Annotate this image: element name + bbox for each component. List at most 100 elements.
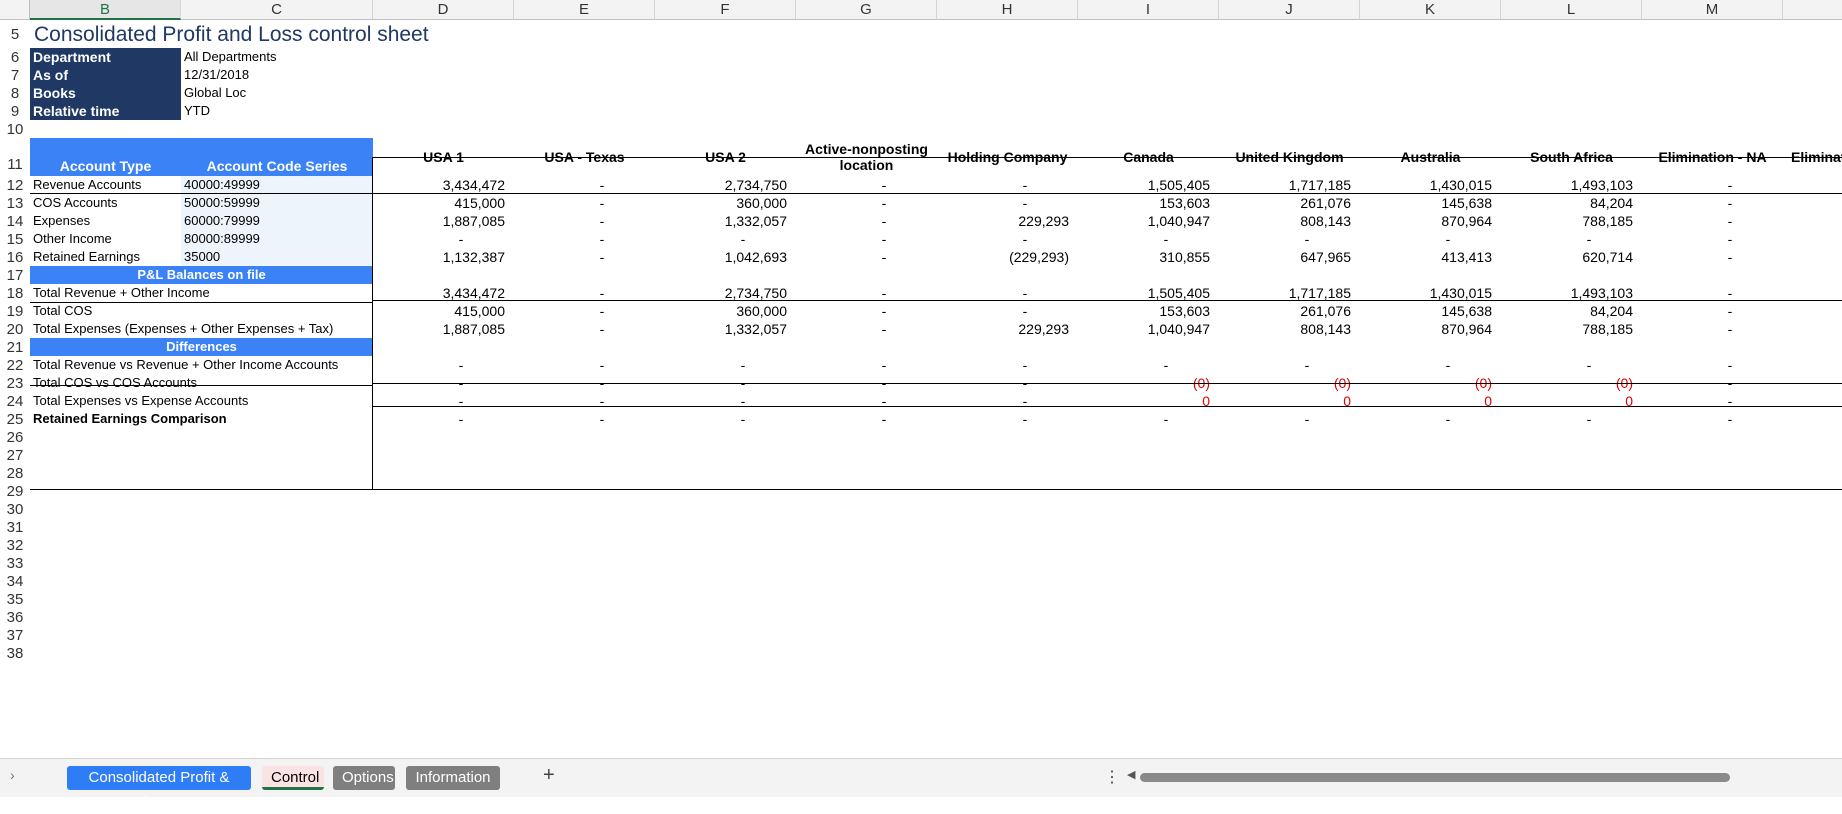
value-cell[interactable]: -: [937, 356, 1078, 374]
row-header-30[interactable]: 30: [0, 500, 30, 518]
account-type-cell[interactable]: Revenue Accounts: [30, 176, 181, 194]
row-header-17[interactable]: 17: [0, 266, 30, 284]
row-header-32[interactable]: 32: [0, 536, 30, 554]
value-cell[interactable]: -: [1642, 212, 1783, 230]
difference-label[interactable]: Retained Earnings Comparison: [30, 410, 373, 428]
value-cell[interactable]: -: [1642, 176, 1783, 194]
account-code-cell[interactable]: 60000:79999: [181, 212, 373, 230]
value-cell[interactable]: -: [937, 194, 1078, 212]
value-cell[interactable]: 153,603: [1078, 194, 1219, 212]
value-cell[interactable]: 261,076: [1219, 194, 1360, 212]
row-header-34[interactable]: 34: [0, 572, 30, 590]
value-cell[interactable]: -: [1642, 356, 1783, 374]
value-cell[interactable]: -: [1219, 230, 1360, 248]
value-cell[interactable]: -: [1501, 356, 1642, 374]
value-cell[interactable]: -: [514, 410, 655, 428]
value-cell[interactable]: 808,143: [1219, 212, 1360, 230]
value-cell[interactable]: 261,076: [1219, 302, 1360, 320]
value-cell[interactable]: 3,434,472: [373, 176, 514, 194]
row-header-19[interactable]: 19: [0, 302, 30, 320]
row-header-7[interactable]: 7: [0, 66, 30, 84]
param-value[interactable]: Global Loc: [181, 84, 373, 102]
value-cell[interactable]: 415,000: [373, 302, 514, 320]
spreadsheet-grid[interactable]: BCDEFGHIJKLM 5 6 7 8 9 10 11 12 13 14 15 16 17 18 19 20…: [0, 0, 1842, 758]
value-cell[interactable]: 1,132,387: [373, 248, 514, 266]
sheet-title[interactable]: Consolidated Profit and Loss control she…: [30, 20, 530, 48]
account-type-cell[interactable]: Retained Earnings: [30, 248, 181, 266]
value-cell[interactable]: 413,413: [1360, 248, 1501, 266]
value-cell[interactable]: 1,332,057: [655, 320, 796, 338]
value-cell[interactable]: -: [1642, 320, 1783, 338]
row-header-31[interactable]: 31: [0, 518, 30, 536]
value-cell[interactable]: 0: [1360, 392, 1501, 410]
value-cell[interactable]: -: [1078, 356, 1219, 374]
column-header-i[interactable]: I: [1078, 0, 1219, 20]
value-cell[interactable]: -: [937, 176, 1078, 194]
value-cell[interactable]: -: [1360, 356, 1501, 374]
row-header-14[interactable]: 14: [0, 212, 30, 230]
value-cell[interactable]: -: [1360, 410, 1501, 428]
row-header-27[interactable]: 27: [0, 446, 30, 464]
account-type-cell[interactable]: Expenses: [30, 212, 181, 230]
value-cell[interactable]: -: [796, 230, 937, 248]
row-header-37[interactable]: 37: [0, 626, 30, 644]
account-code-cell[interactable]: 40000:49999: [181, 176, 373, 194]
value-cell[interactable]: 1,887,085: [373, 320, 514, 338]
row-header-9[interactable]: 9: [0, 102, 30, 120]
value-cell[interactable]: 310,855: [1078, 248, 1219, 266]
param-value[interactable]: YTD: [181, 102, 373, 120]
column-header-d[interactable]: D: [373, 0, 514, 20]
add-sheet-icon[interactable]: +: [543, 764, 555, 787]
column-header-k[interactable]: K: [1360, 0, 1501, 20]
value-cell[interactable]: -: [514, 230, 655, 248]
row-header-22[interactable]: 22: [0, 356, 30, 374]
value-cell[interactable]: -: [655, 392, 796, 410]
value-cell[interactable]: 0: [1219, 392, 1360, 410]
value-cell[interactable]: -: [373, 410, 514, 428]
value-cell[interactable]: 360,000: [655, 194, 796, 212]
row-header-11[interactable]: 11: [0, 138, 30, 176]
difference-label[interactable]: Total Revenue vs Revenue + Other Income …: [30, 356, 373, 374]
value-cell[interactable]: -: [796, 302, 937, 320]
value-cell[interactable]: -: [796, 248, 937, 266]
value-cell[interactable]: 229,293: [937, 320, 1078, 338]
param-value[interactable]: All Departments: [181, 48, 373, 66]
value-cell[interactable]: -: [1219, 356, 1360, 374]
sheet-tab-control[interactable]: Control: [262, 766, 324, 790]
value-cell[interactable]: -: [514, 248, 655, 266]
param-value[interactable]: 12/31/2018: [181, 66, 373, 84]
value-cell[interactable]: 360,000: [655, 302, 796, 320]
more-options-icon[interactable]: ⋮: [1104, 767, 1120, 787]
value-cell[interactable]: 808,143: [1219, 320, 1360, 338]
column-header-e[interactable]: E: [514, 0, 655, 20]
value-cell[interactable]: -: [937, 392, 1078, 410]
row-header-36[interactable]: 36: [0, 608, 30, 626]
value-cell[interactable]: -: [1642, 302, 1783, 320]
value-cell[interactable]: 1,505,405: [1078, 176, 1219, 194]
value-cell[interactable]: -: [373, 356, 514, 374]
tab-scroll-arrow-icon[interactable]: ›: [10, 767, 15, 783]
value-cell[interactable]: 1,040,947: [1078, 320, 1219, 338]
value-cell[interactable]: 145,638: [1360, 302, 1501, 320]
column-header-n[interactable]: [1783, 0, 1842, 20]
value-cell[interactable]: -: [937, 410, 1078, 428]
scrollbar-thumb[interactable]: [1140, 773, 1730, 782]
account-type-cell[interactable]: Other Income: [30, 230, 181, 248]
value-cell[interactable]: -: [514, 212, 655, 230]
value-cell[interactable]: -: [514, 194, 655, 212]
column-header-m[interactable]: M: [1642, 0, 1783, 20]
column-header-j[interactable]: J: [1219, 0, 1360, 20]
value-cell[interactable]: -: [937, 302, 1078, 320]
column-header-g[interactable]: G: [796, 0, 937, 20]
value-cell[interactable]: -: [514, 356, 655, 374]
value-cell[interactable]: -: [1642, 248, 1783, 266]
value-cell[interactable]: -: [655, 356, 796, 374]
value-cell[interactable]: -: [655, 410, 796, 428]
value-cell[interactable]: -: [373, 392, 514, 410]
account-code-cell[interactable]: 80000:89999: [181, 230, 373, 248]
row-header-21[interactable]: 21: [0, 338, 30, 356]
value-cell[interactable]: -: [796, 410, 937, 428]
sheet-tab-consolidated-profit-loss[interactable]: Consolidated Profit & Loss: [67, 766, 251, 810]
value-cell[interactable]: -: [796, 392, 937, 410]
row-header-10[interactable]: 10: [0, 120, 30, 138]
